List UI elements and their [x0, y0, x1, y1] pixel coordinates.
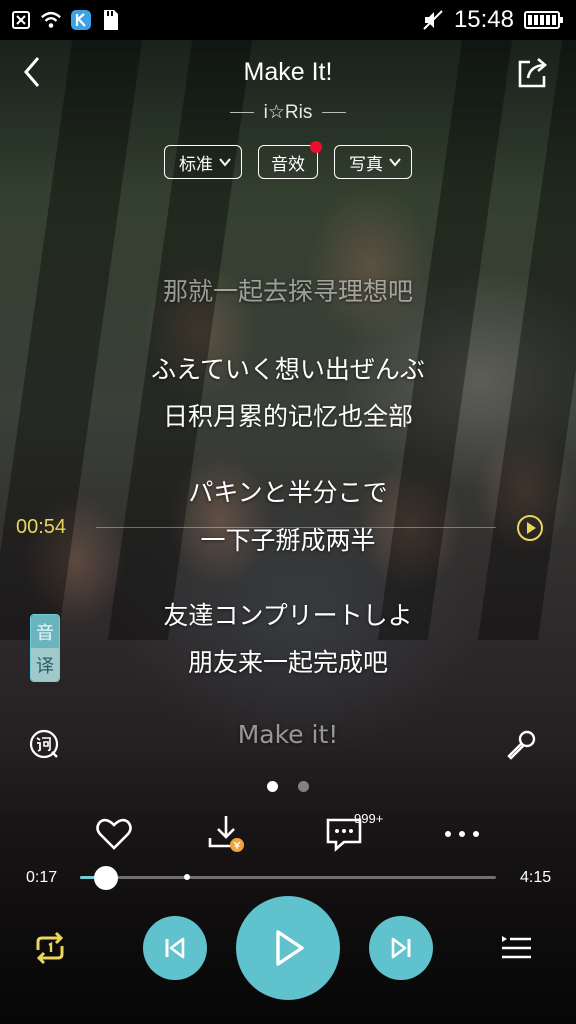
lyric-seek-time: 00:54	[16, 516, 67, 538]
divider	[322, 112, 347, 113]
lyric-line[interactable]: 那就一起去探寻理想吧	[0, 272, 576, 308]
wifi-icon	[40, 9, 62, 31]
kuwo-app-icon	[70, 9, 92, 31]
option-chips: 标准 音效 写真	[0, 141, 576, 179]
progress-track[interactable]	[80, 876, 496, 879]
comment-count: 999+	[354, 811, 384, 826]
heart-icon	[96, 818, 132, 850]
chevron-down-icon	[219, 158, 231, 167]
playlist-icon	[502, 936, 531, 959]
playlist-button[interactable]	[498, 930, 534, 966]
play-circle-icon	[517, 515, 543, 541]
badge-original: 音	[31, 615, 59, 648]
chip-label: 标准	[179, 154, 213, 175]
status-bar: 15:48	[0, 0, 576, 40]
lyrics-settings-button[interactable]	[28, 728, 60, 760]
artist-name: i☆Ris	[263, 102, 313, 123]
repeat-one-icon	[36, 931, 64, 965]
lyric-line[interactable]: パキンと半分こで	[0, 473, 576, 509]
sd-card-icon	[100, 9, 122, 31]
microphone-icon	[507, 730, 536, 760]
share-button[interactable]	[516, 56, 550, 90]
lyric-line[interactable]: ふえていく想い出ぜんぶ	[0, 350, 576, 386]
next-button[interactable]	[369, 916, 433, 980]
play-button[interactable]	[236, 896, 340, 1000]
quality-dropdown[interactable]: 标准	[164, 145, 242, 179]
page-dot-active	[267, 781, 278, 792]
battery-icon	[524, 9, 564, 31]
share-icon	[518, 58, 547, 88]
current-time: 0:17	[26, 869, 58, 886]
lyrics-icon	[29, 729, 59, 759]
more-button[interactable]	[440, 812, 484, 856]
repeat-mode-button[interactable]	[30, 928, 70, 968]
previous-button[interactable]	[143, 916, 207, 980]
skip-previous-icon	[165, 937, 185, 959]
chevron-down-icon	[389, 158, 401, 167]
page-indicator	[0, 781, 576, 792]
chip-label: 音效	[271, 154, 305, 175]
artist-row[interactable]: i☆Ris	[0, 101, 576, 124]
sound-effect-button[interactable]: 音效	[258, 141, 322, 179]
download-icon	[208, 816, 244, 852]
player-screen: 15:48 Make It! i☆Ris 标准 音效 写真 那就一起去探寻理想吧…	[0, 0, 576, 1024]
play-from-line-button[interactable]	[516, 514, 544, 542]
download-button[interactable]	[204, 812, 248, 856]
lyric-line[interactable]: Make it!	[0, 720, 576, 749]
divider	[229, 112, 254, 113]
lyric-seek-line	[96, 527, 496, 528]
notification-badge	[310, 141, 322, 153]
photo-dropdown[interactable]: 写真	[334, 145, 412, 179]
buffer-marker	[184, 874, 190, 880]
more-dots-icon	[445, 831, 479, 837]
sim-error-icon	[10, 9, 32, 31]
skip-next-icon	[391, 937, 411, 959]
status-time: 15:48	[453, 6, 514, 33]
play-icon	[276, 930, 304, 966]
chip-label: 写真	[349, 154, 383, 175]
lyric-line[interactable]: 日积月累的记忆也全部	[0, 397, 576, 433]
mute-icon	[422, 9, 444, 31]
badge-translation: 译	[31, 648, 59, 681]
favorite-button[interactable]	[92, 812, 136, 856]
karaoke-button[interactable]	[504, 728, 538, 762]
total-time: 4:15	[520, 869, 552, 886]
lyric-line[interactable]: 友達コンプリートしよ	[0, 596, 576, 632]
page-dot	[298, 781, 309, 792]
song-title: Make It!	[243, 58, 333, 86]
lyric-line[interactable]: 朋友来一起完成吧	[0, 643, 576, 679]
translation-toggle[interactable]: 音 译	[30, 614, 60, 682]
